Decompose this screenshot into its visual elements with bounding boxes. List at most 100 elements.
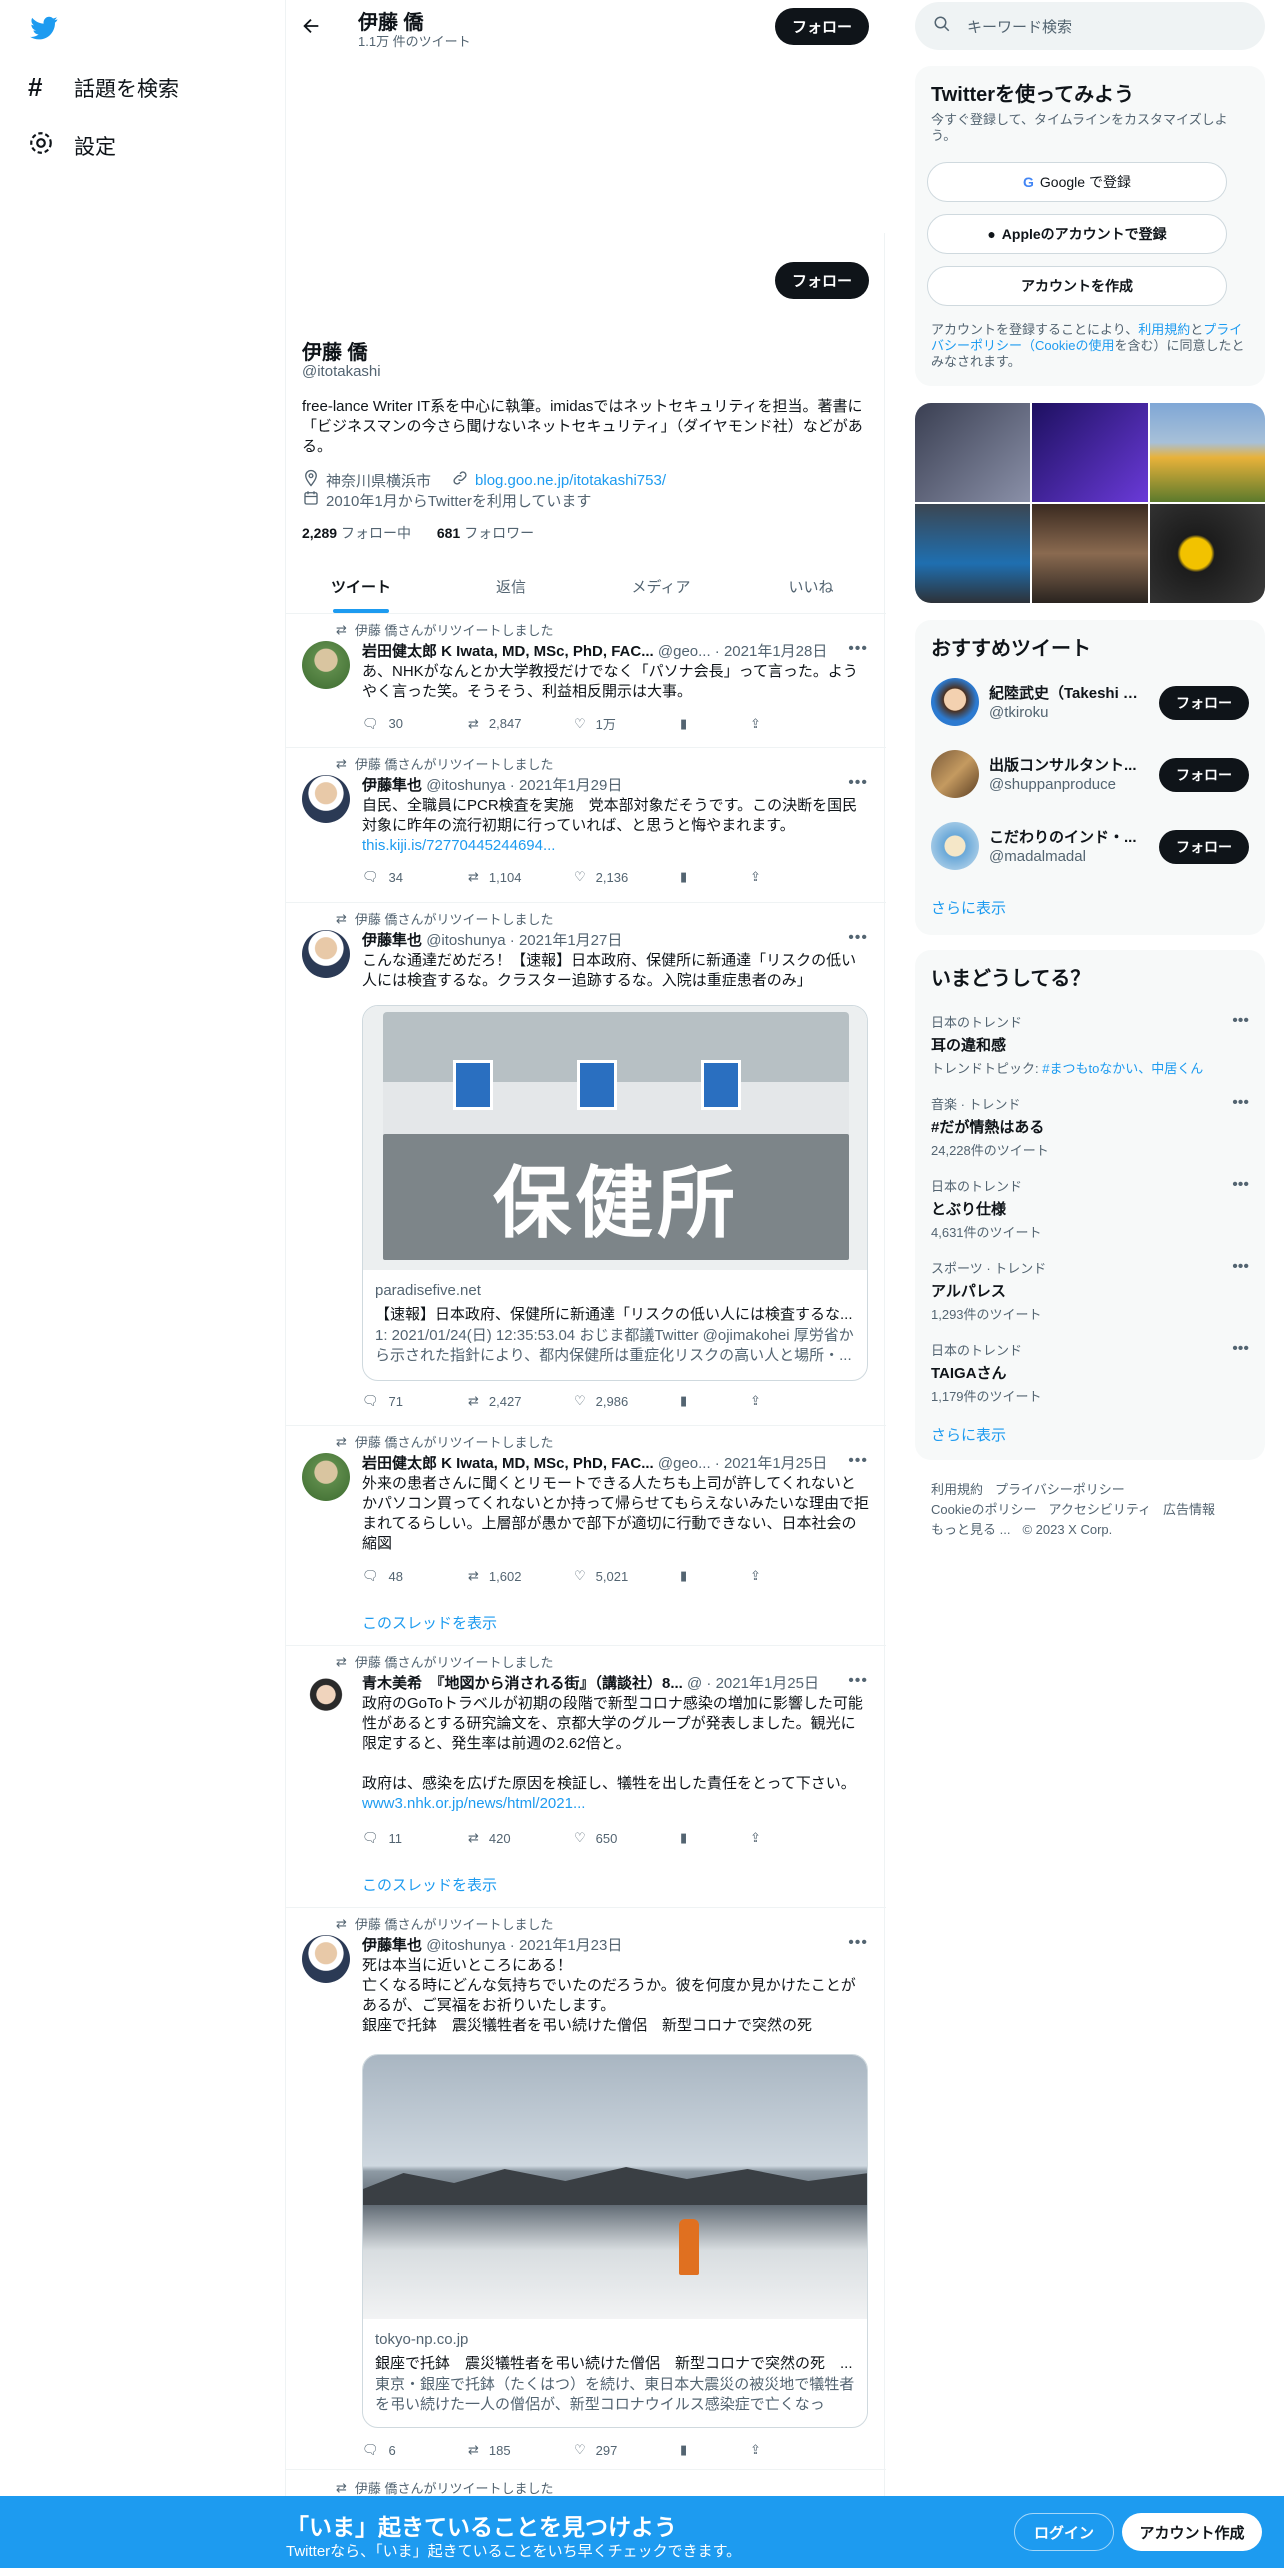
show-thread-link[interactable]: このスレッドを表示 [362, 1874, 497, 1895]
tab-replies[interactable]: 返信 [436, 560, 586, 613]
retweet-button[interactable]: ⇄ 2,427 [468, 1393, 574, 1409]
reply-button[interactable]: 🗨 11 [362, 1830, 468, 1846]
recommended-follow-button[interactable]: フォロー [1159, 686, 1249, 720]
more-icon[interactable]: ••• [848, 1672, 868, 1690]
tab-tweets[interactable]: ツイート [286, 560, 436, 613]
tab-likes[interactable]: いいね [736, 560, 886, 613]
tweet[interactable]: ⇄ 伊藤 僑さんがリツイートしました 伊藤隼也 @itoshunya · 2021… [286, 903, 886, 1426]
follow-button[interactable]: フォロー [775, 262, 869, 299]
like-button[interactable]: ♡ 297 [574, 2442, 680, 2458]
tweet[interactable]: ⇄ 伊藤 僑さんがリツイートしました 伊藤隼也 @itoshunya · 2021… [286, 748, 886, 903]
footer-ads-link[interactable]: 広告情報 [1163, 1502, 1215, 1517]
more-icon[interactable]: ••• [1232, 1012, 1249, 1030]
media-thumb[interactable] [915, 403, 1031, 502]
avatar[interactable] [931, 750, 979, 798]
link-card[interactable]: tokyo-np.co.jp 銀座で托鉢 震災犠牲者を弔い続けた僧侶 新型コロナ… [362, 2054, 868, 2428]
avatar[interactable] [931, 822, 979, 870]
footer-terms-link[interactable]: 利用規約 [931, 1482, 983, 1497]
more-icon[interactable]: ••• [1232, 1094, 1249, 1112]
trend-topic-link[interactable]: #まつもtoなかい、中居くん [1042, 1061, 1203, 1076]
tweet-author[interactable]: 伊藤隼也 [362, 1937, 422, 1954]
recommended-follow-button[interactable]: フォロー [1159, 830, 1249, 864]
tweet[interactable]: ⇄ 伊藤 僑さんがリツイートしました 岩田健太郎 K Iwata, MD, MSc… [286, 614, 886, 748]
tweet[interactable]: ⇄ 伊藤 僑さんがリツイートしました 岩田健太郎 K Iwata, MD, MSc… [286, 1426, 886, 1646]
back-arrow-icon[interactable] [300, 15, 322, 42]
like-button[interactable]: ♡ 2,136 [574, 869, 680, 885]
tweet[interactable]: ⇄ 伊藤 僑さんがリツイートしました 伊藤隼也 @itoshunya · 2021… [286, 1908, 886, 2470]
analytics-button[interactable]: ▮ [680, 1568, 750, 1584]
media-thumb[interactable] [1032, 504, 1148, 603]
login-button[interactable]: ログイン [1014, 2513, 1114, 2551]
recommended-user[interactable]: こだわりのインド・... @madalmadal フォロー [931, 818, 1249, 874]
footer-privacy-link[interactable]: プライバシーポリシー [995, 1482, 1125, 1497]
avatar[interactable] [931, 678, 979, 726]
like-button[interactable]: ♡ 2,986 [574, 1393, 680, 1409]
more-icon[interactable]: ••• [848, 1452, 868, 1470]
footer-cookie-link[interactable]: Cookieのポリシー [931, 1502, 1036, 1517]
tweet-link[interactable]: www3.nhk.or.jp/news/html/2021... [362, 1795, 585, 1812]
trend-item[interactable]: 音楽 · トレンド #だが情熱はある 24,228件のツイート ••• [931, 1094, 1249, 1159]
header-follow-button[interactable]: フォロー [775, 8, 869, 45]
show-more-link[interactable]: さらに表示 [931, 897, 1006, 918]
like-button[interactable]: ♡ 1万 [574, 714, 680, 733]
avatar[interactable] [302, 775, 350, 823]
avatar[interactable] [302, 930, 350, 978]
share-button[interactable]: ⇪ [750, 714, 790, 733]
analytics-button[interactable]: ▮ [680, 1393, 750, 1409]
tweet-link[interactable]: this.kiji.is/72770445244694... [362, 837, 555, 854]
analytics-button[interactable]: ▮ [680, 714, 750, 733]
following-stat[interactable]: 2,289 フォロー中 [302, 525, 411, 541]
google-signup-button[interactable]: G Google で登録 [927, 162, 1227, 202]
signup-button[interactable]: アカウント作成 [1122, 2513, 1262, 2551]
link-card[interactable]: 保健所 paradisefive.net 【速報】日本政府、保健所に新通達「リス… [362, 1005, 868, 1381]
trend-item[interactable]: 日本のトレンド 耳の違和感 トレンドトピック: #まつもtoなかい、中居くん •… [931, 1012, 1249, 1077]
retweet-button[interactable]: ⇄ 2,847 [468, 714, 574, 733]
more-icon[interactable]: ••• [1232, 1258, 1249, 1276]
share-button[interactable]: ⇪ [750, 1393, 790, 1409]
more-icon[interactable]: ••• [848, 640, 868, 658]
terms-link[interactable]: 利用規約 [1138, 322, 1190, 337]
tweet-author[interactable]: 青木美希 『地図から消される街』（講談社）8... [362, 1675, 683, 1692]
like-button[interactable]: ♡ 5,021 [574, 1568, 680, 1584]
show-more-link[interactable]: さらに表示 [931, 1424, 1006, 1445]
media-thumb[interactable] [915, 504, 1031, 603]
share-button[interactable]: ⇪ [750, 869, 790, 885]
more-icon[interactable]: ••• [848, 1934, 868, 1952]
reply-button[interactable]: 🗨 34 [362, 869, 468, 885]
more-icon[interactable]: ••• [1232, 1176, 1249, 1194]
avatar[interactable] [302, 1453, 350, 1501]
retweet-button[interactable]: ⇄ 1,104 [468, 869, 574, 885]
more-icon[interactable]: ••• [848, 929, 868, 947]
like-button[interactable]: ♡ 650 [574, 1830, 680, 1846]
trend-item[interactable]: スポーツ · トレンド アルパレス 1,293件のツイート ••• [931, 1258, 1249, 1323]
reply-button[interactable]: 🗨 30 [362, 714, 468, 733]
recommended-user[interactable]: 紀陸武史（Takeshi K... @tkiroku フォロー [931, 674, 1249, 730]
tweet[interactable]: ⇄ 伊藤 僑さんがリツイートしました 青木美希 『地図から消される街』（講談社）8… [286, 1646, 886, 1908]
share-button[interactable]: ⇪ [750, 1830, 790, 1846]
reply-button[interactable]: 🗨 71 [362, 1393, 468, 1409]
media-thumb[interactable] [1149, 504, 1265, 603]
recommended-user[interactable]: 出版コンサルタント... @shuppanproduce フォロー [931, 746, 1249, 802]
media-grid[interactable] [915, 403, 1265, 603]
footer-more-link[interactable]: もっと見る ... [931, 1522, 1010, 1537]
footer-accessibility-link[interactable]: アクセシビリティ [1048, 1502, 1151, 1517]
more-icon[interactable]: ••• [848, 774, 868, 792]
more-icon[interactable]: ••• [1232, 1340, 1249, 1358]
analytics-button[interactable]: ▮ [680, 869, 750, 885]
trend-item[interactable]: 日本のトレンド TAIGAさん 1,179件のツイート ••• [931, 1340, 1249, 1405]
nav-settings[interactable]: 設定 [28, 130, 116, 162]
profile-website-link[interactable]: blog.goo.ne.jp/itotakashi753/ [475, 472, 666, 489]
search-input[interactable]: キーワード検索 [967, 16, 1072, 37]
retweet-button[interactable]: ⇄ 420 [468, 1830, 574, 1846]
analytics-button[interactable]: ▮ [680, 2442, 750, 2458]
apple-signup-button[interactable]: ● Appleのアカウントで登録 [927, 214, 1227, 254]
tweet-author[interactable]: 伊藤隼也 [362, 932, 422, 949]
tweet-author[interactable]: 岩田健太郎 K Iwata, MD, MSc, PhD, FAC... [362, 643, 654, 660]
tweet-author[interactable]: 岩田健太郎 K Iwata, MD, MSc, PhD, FAC... [362, 1455, 654, 1472]
avatar[interactable] [302, 1673, 350, 1721]
recommended-follow-button[interactable]: フォロー [1159, 758, 1249, 792]
share-button[interactable]: ⇪ [750, 1568, 790, 1584]
create-account-button[interactable]: アカウントを作成 [927, 266, 1227, 306]
media-thumb[interactable] [1149, 403, 1265, 502]
reply-button[interactable]: 🗨 48 [362, 1568, 468, 1584]
